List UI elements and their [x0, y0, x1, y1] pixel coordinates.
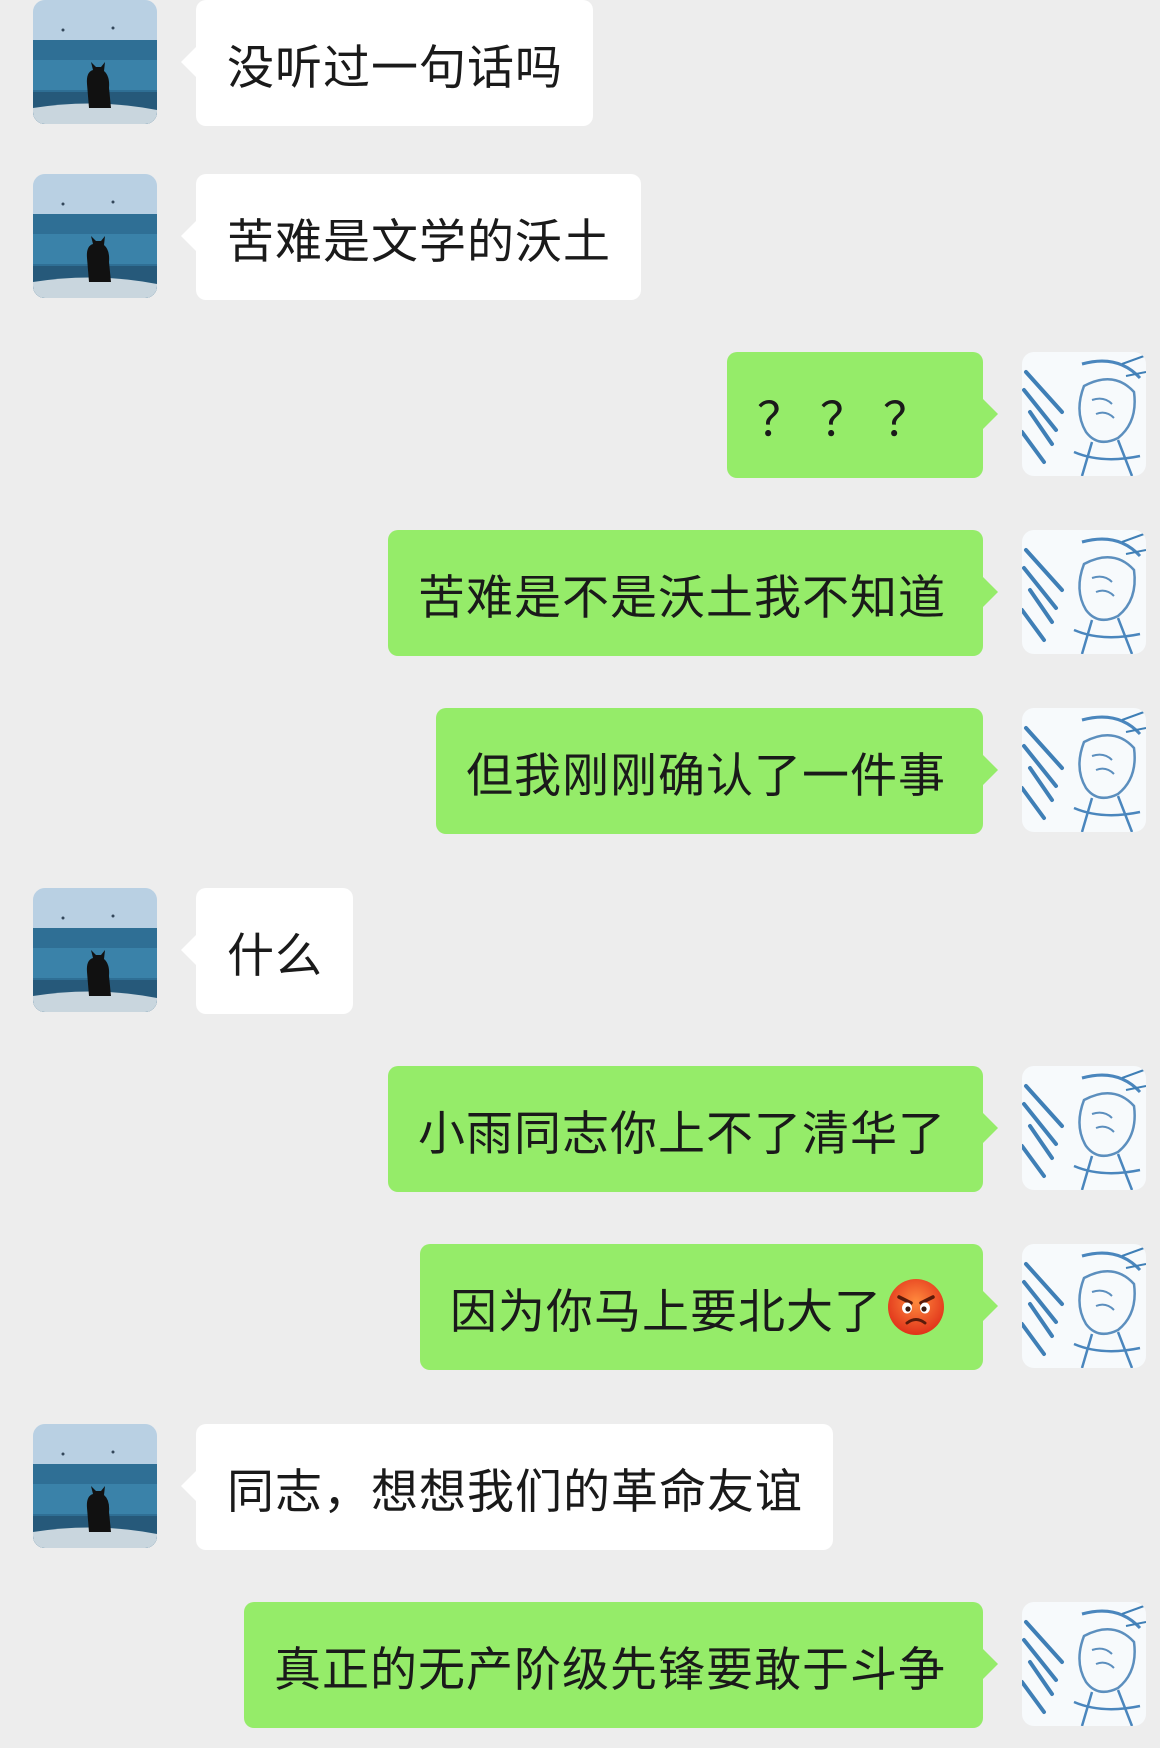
cat-by-sea-avatar[interactable]: [33, 888, 157, 1012]
outgoing-message-bubble[interactable]: 因为你马上要北大了: [420, 1244, 998, 1370]
message-text: 因为你马上要北大了: [450, 1284, 882, 1340]
incoming-message-bubble[interactable]: 什么: [181, 888, 353, 1014]
message-row: 没听过一句话吗: [0, 0, 1160, 126]
incoming-message-bubble[interactable]: 没听过一句话吗: [181, 0, 593, 126]
message-text: 但我刚刚确认了一件事: [466, 748, 946, 804]
message-row: 但我刚刚确认了一件事: [0, 708, 1160, 834]
incoming-message-bubble[interactable]: 苦难是文学的沃土: [181, 174, 641, 300]
message-row: 同志，想想我们的革命友谊: [0, 1424, 1160, 1550]
outgoing-message-bubble[interactable]: 但我刚刚确认了一件事: [436, 708, 998, 834]
message-row: 什么: [0, 888, 1160, 1014]
message-row: 真正的无产阶级先锋要敢于斗争: [0, 1602, 1160, 1728]
anime-sketch-avatar[interactable]: [1022, 1066, 1146, 1190]
message-row: 小雨同志你上不了清华了: [0, 1066, 1160, 1192]
message-text: ？？？: [757, 392, 946, 448]
cat-by-sea-avatar[interactable]: [33, 1424, 157, 1548]
anime-sketch-avatar[interactable]: [1022, 352, 1146, 476]
anime-sketch-avatar[interactable]: [1022, 1244, 1146, 1368]
message-row: 苦难是文学的沃土: [0, 174, 1160, 300]
outgoing-message-bubble[interactable]: 小雨同志你上不了清华了: [388, 1066, 998, 1192]
message-text: 同志，想想我们的革命友谊: [227, 1464, 803, 1520]
anime-sketch-avatar[interactable]: [1022, 708, 1146, 832]
chat-view: 没听过一句话吗 苦难是文学的沃土 ？？？ 苦难是不是沃土我不知道 但我刚刚确认了…: [0, 0, 1160, 1748]
incoming-message-bubble[interactable]: 同志，想想我们的革命友谊: [181, 1424, 833, 1550]
cat-by-sea-avatar[interactable]: [33, 174, 157, 298]
message-text: 什么: [227, 928, 323, 984]
outgoing-message-bubble[interactable]: 苦难是不是沃土我不知道: [388, 530, 998, 656]
message-text: 没听过一句话吗: [227, 40, 563, 96]
message-text: 苦难是不是沃土我不知道: [418, 570, 946, 626]
message-row: 因为你马上要北大了: [0, 1244, 1160, 1370]
message-text: 苦难是文学的沃土: [227, 214, 611, 270]
message-text: 小雨同志你上不了清华了: [418, 1106, 946, 1162]
cat-by-sea-avatar[interactable]: [33, 0, 157, 124]
anime-sketch-avatar[interactable]: [1022, 1602, 1146, 1726]
message-row: 苦难是不是沃土我不知道: [0, 530, 1160, 656]
message-text: 真正的无产阶级先锋要敢于斗争: [274, 1642, 946, 1698]
outgoing-message-bubble[interactable]: 真正的无产阶级先锋要敢于斗争: [244, 1602, 998, 1728]
angry-face-emoji-icon: [886, 1277, 946, 1337]
message-row: ？？？: [0, 352, 1160, 478]
anime-sketch-avatar[interactable]: [1022, 530, 1146, 654]
outgoing-message-bubble[interactable]: ？？？: [727, 352, 998, 478]
